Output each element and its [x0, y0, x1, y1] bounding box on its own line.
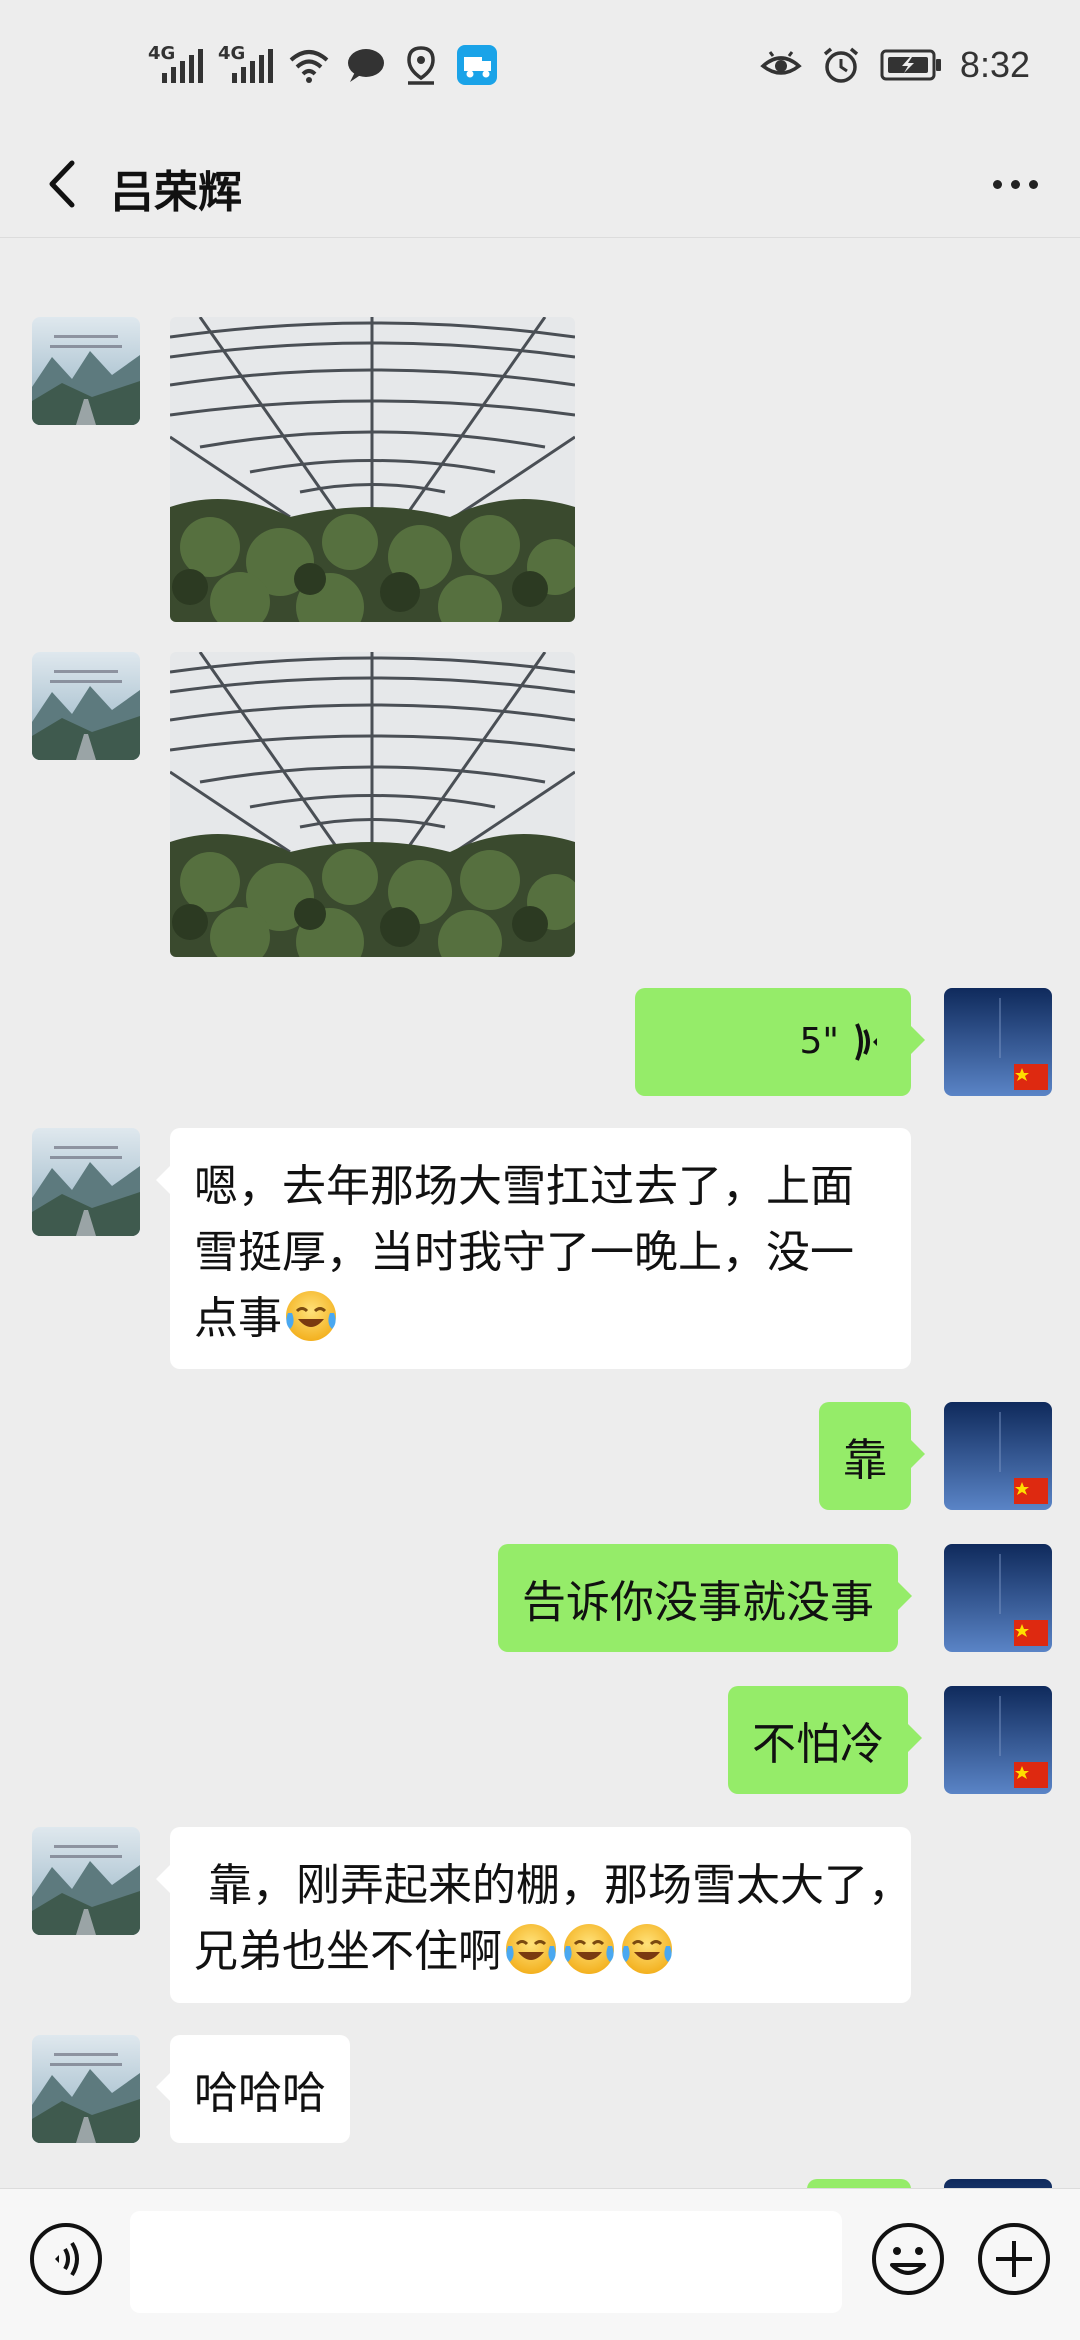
signal-icon: 4G	[218, 43, 274, 85]
text-message[interactable]: 不怕冷	[728, 1686, 922, 1794]
voice-message[interactable]: 5"	[635, 988, 925, 1096]
avatar[interactable]	[32, 652, 140, 760]
chat-header: 吕荣辉	[0, 130, 1080, 238]
crying-laughing-emoji-icon	[284, 1289, 338, 1343]
message-line: 点事	[194, 1293, 282, 1344]
alarm-icon	[823, 47, 859, 83]
eye-icon	[760, 51, 802, 75]
avatar[interactable]	[32, 317, 140, 425]
crying-laughing-emoji-icon	[504, 1922, 558, 1976]
chat-title: 吕荣辉	[110, 167, 242, 218]
message-line: 兄弟也坐不住啊	[194, 1926, 502, 1977]
my-avatar[interactable]	[944, 1402, 1052, 1510]
text-message[interactable]: 靠，刚弄起来的棚，那场雪太大了， 兄弟也坐不住啊	[156, 1827, 912, 2003]
more-dots-icon	[992, 179, 1002, 189]
text-message[interactable]: 哈哈哈	[156, 2035, 350, 2143]
voice-wave-icon	[855, 1023, 877, 1061]
message-text: 不怕冷	[752, 1719, 884, 1770]
battery-icon	[880, 49, 941, 81]
avatar[interactable]	[32, 2035, 140, 2143]
back-button[interactable]	[30, 152, 94, 216]
location-icon	[407, 46, 435, 85]
plus-icon[interactable]	[976, 2221, 1052, 2297]
status-right-icons: 8:32	[760, 38, 1030, 92]
message-input[interactable]	[130, 2211, 842, 2313]
input-bar	[0, 2188, 1080, 2340]
clock-time: 8:32	[959, 44, 1030, 85]
status-left-icons: 4G 4G	[148, 40, 498, 90]
message-text: 靠	[843, 1435, 887, 1486]
chevron-left-icon	[49, 160, 75, 208]
wifi-icon	[289, 50, 329, 83]
voice-duration: 5"	[799, 1021, 839, 1062]
signal-icon: 4G	[148, 43, 204, 85]
message-line: 靠，刚弄起来的棚，那场雪太大了，	[194, 1860, 912, 1911]
message-icon	[348, 49, 384, 82]
my-avatar[interactable]	[944, 1544, 1052, 1652]
app-icon	[457, 45, 497, 85]
text-message[interactable]: 靠	[819, 1402, 925, 1510]
crying-laughing-emoji-icon	[620, 1922, 674, 1976]
avatar[interactable]	[32, 1827, 140, 1935]
avatar[interactable]	[32, 1128, 140, 1236]
message-image[interactable]	[170, 317, 575, 622]
message-line: 嗯，去年那场大雪扛过去了，上面	[194, 1161, 854, 1212]
my-avatar[interactable]	[944, 988, 1052, 1096]
emoji-icon[interactable]	[870, 2221, 946, 2297]
message-image[interactable]	[170, 652, 575, 957]
message-text: 哈哈哈	[194, 2068, 326, 2119]
crying-laughing-emoji-icon	[562, 1922, 616, 1976]
more-options-button[interactable]	[980, 152, 1050, 216]
voice-input-icon[interactable]	[28, 2221, 104, 2297]
text-message[interactable]: 告诉你没事就没事	[498, 1544, 912, 1652]
message-text: 告诉你没事就没事	[522, 1577, 874, 1628]
text-message[interactable]: 嗯，去年那场大雪扛过去了，上面 雪挺厚，当时我守了一晚上，没一 点事	[156, 1128, 911, 1369]
chat-message-list[interactable]: 2019.10.18 13:15 5" 嗯，去年那场大雪扛过去了，上面 雪挺厚，…	[0, 239, 1080, 2189]
my-avatar[interactable]	[944, 1686, 1052, 1794]
status-bar: 4G 4G 8:32	[0, 0, 1080, 130]
message-line: 雪挺厚，当时我守了一晚上，没一	[194, 1227, 854, 1278]
